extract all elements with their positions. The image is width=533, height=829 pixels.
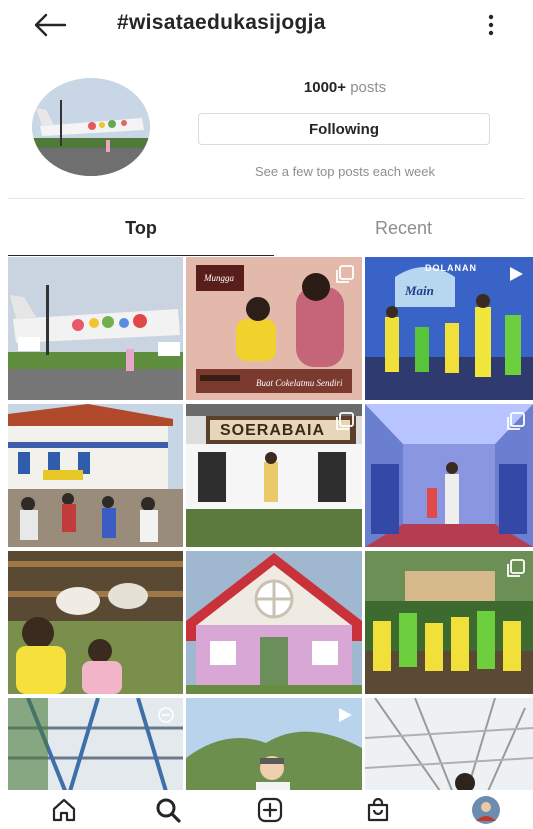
carousel-icon	[507, 412, 525, 430]
nav-new-post[interactable]	[250, 794, 290, 826]
post-station-sign-text: SOERABAIA	[220, 422, 326, 439]
video-icon	[158, 707, 174, 723]
divider	[8, 198, 525, 199]
post-caption-text: Buat Cokelatmu Sendiri	[256, 378, 343, 388]
back-button[interactable]	[30, 10, 70, 40]
airplane-photo	[32, 78, 150, 176]
post-grid: Mungga Buat Cokelatmu Sendiri DOLANAN Ma…	[8, 257, 533, 790]
video-icon	[510, 267, 523, 281]
post-banner-text: DOLANAN	[425, 263, 477, 273]
nav-shop[interactable]	[358, 794, 398, 826]
nav-home[interactable]	[44, 794, 84, 826]
post-thumbnail[interactable]	[365, 404, 533, 547]
carousel-icon	[507, 559, 525, 577]
home-icon	[52, 798, 76, 822]
post-thumbnail[interactable]	[365, 551, 533, 694]
post-thumbnail[interactable]	[186, 698, 362, 790]
video-icon	[339, 708, 352, 722]
page-title: #wisataedukasijogja	[117, 11, 326, 34]
posts-count: 1000+ posts	[198, 79, 492, 96]
post-thumbnail[interactable]	[8, 551, 183, 694]
arrow-left-icon	[34, 13, 67, 37]
posts-count-label: posts	[350, 79, 387, 96]
top-bar: #wisataedukasijogja	[0, 0, 533, 48]
post-thumbnail[interactable]: Mungga Buat Cokelatmu Sendiri	[186, 257, 362, 400]
following-button[interactable]: Following	[198, 113, 490, 145]
tab-bar: Top Recent	[0, 200, 533, 256]
post-thumbnail[interactable]	[365, 698, 533, 790]
post-thumbnail[interactable]: DOLANAN Main	[365, 257, 533, 400]
hashtag-avatar	[32, 78, 150, 176]
post-thumbnail[interactable]	[8, 698, 183, 790]
carousel-icon	[336, 265, 354, 283]
more-options-button[interactable]	[478, 10, 504, 40]
nav-search[interactable]	[148, 794, 188, 826]
carousel-icon	[336, 412, 354, 430]
active-tab-indicator	[8, 255, 274, 256]
tab-recent[interactable]: Recent	[274, 200, 533, 256]
search-icon	[156, 798, 181, 823]
vertical-dots-icon	[488, 14, 494, 36]
profile-avatar	[472, 796, 500, 824]
shop-icon	[367, 797, 389, 822]
bottom-navigation	[0, 790, 533, 829]
post-thumbnail[interactable]	[8, 257, 183, 400]
posts-count-value: 1000+	[303, 79, 347, 96]
post-thumbnail[interactable]: SOERABAIA	[186, 404, 362, 547]
new-post-icon	[257, 797, 283, 823]
tab-top[interactable]: Top	[8, 200, 274, 256]
top-posts-hint: See a few top posts each week	[255, 164, 435, 179]
nav-profile[interactable]	[466, 794, 506, 826]
post-banner-subtext: Main	[405, 283, 434, 298]
post-brand-text: Mungga	[204, 273, 234, 283]
post-thumbnail[interactable]	[186, 551, 362, 694]
post-thumbnail[interactable]	[8, 404, 183, 547]
